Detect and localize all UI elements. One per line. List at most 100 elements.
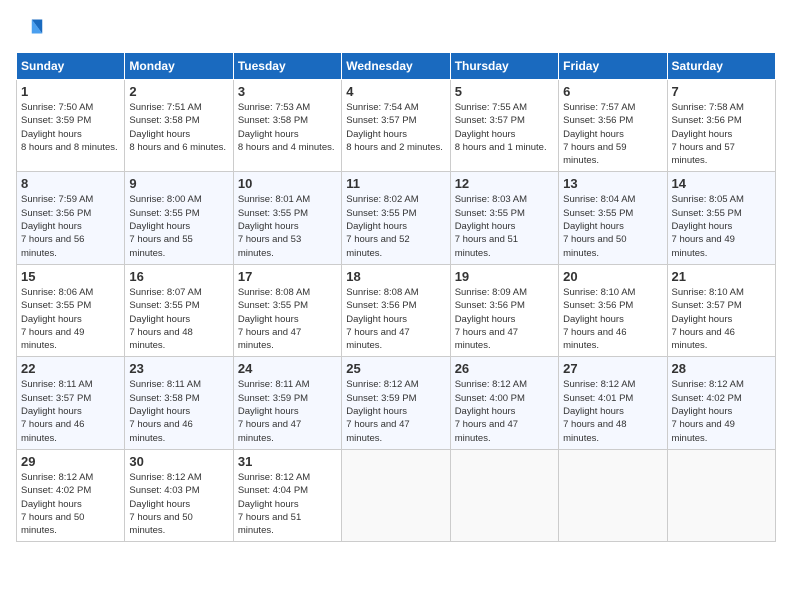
day-info: Sunrise: 7:51 AM Sunset: 3:58 PM Dayligh… <box>129 101 228 154</box>
calendar-cell: 19 Sunrise: 8:09 AM Sunset: 3:56 PM Dayl… <box>450 264 558 356</box>
col-header-saturday: Saturday <box>667 53 775 80</box>
calendar-week-4: 22 Sunrise: 8:11 AM Sunset: 3:57 PM Dayl… <box>17 357 776 449</box>
calendar-cell: 29 Sunrise: 8:12 AM Sunset: 4:02 PM Dayl… <box>17 449 125 541</box>
calendar-cell <box>559 449 667 541</box>
calendar-cell <box>667 449 775 541</box>
calendar-cell: 5 Sunrise: 7:55 AM Sunset: 3:57 PM Dayli… <box>450 80 558 172</box>
calendar-cell: 4 Sunrise: 7:54 AM Sunset: 3:57 PM Dayli… <box>342 80 450 172</box>
calendar-cell: 20 Sunrise: 8:10 AM Sunset: 3:56 PM Dayl… <box>559 264 667 356</box>
day-info: Sunrise: 8:12 AM Sunset: 4:04 PM Dayligh… <box>238 471 337 537</box>
calendar-cell: 15 Sunrise: 8:06 AM Sunset: 3:55 PM Dayl… <box>17 264 125 356</box>
day-info: Sunrise: 8:12 AM Sunset: 4:02 PM Dayligh… <box>21 471 120 537</box>
col-header-thursday: Thursday <box>450 53 558 80</box>
day-number: 25 <box>346 361 445 376</box>
day-number: 18 <box>346 269 445 284</box>
day-info: Sunrise: 7:54 AM Sunset: 3:57 PM Dayligh… <box>346 101 445 154</box>
day-info: Sunrise: 7:59 AM Sunset: 3:56 PM Dayligh… <box>21 193 120 259</box>
col-header-sunday: Sunday <box>17 53 125 80</box>
calendar-cell: 23 Sunrise: 8:11 AM Sunset: 3:58 PM Dayl… <box>125 357 233 449</box>
calendar-cell: 10 Sunrise: 8:01 AM Sunset: 3:55 PM Dayl… <box>233 172 341 264</box>
day-number: 5 <box>455 84 554 99</box>
day-info: Sunrise: 8:12 AM Sunset: 4:03 PM Dayligh… <box>129 471 228 537</box>
day-info: Sunrise: 8:11 AM Sunset: 3:58 PM Dayligh… <box>129 378 228 444</box>
day-number: 17 <box>238 269 337 284</box>
day-number: 29 <box>21 454 120 469</box>
calendar-week-5: 29 Sunrise: 8:12 AM Sunset: 4:02 PM Dayl… <box>17 449 776 541</box>
day-number: 30 <box>129 454 228 469</box>
day-number: 1 <box>21 84 120 99</box>
day-number: 7 <box>672 84 771 99</box>
calendar-cell: 21 Sunrise: 8:10 AM Sunset: 3:57 PM Dayl… <box>667 264 775 356</box>
day-info: Sunrise: 8:00 AM Sunset: 3:55 PM Dayligh… <box>129 193 228 259</box>
logo <box>16 16 48 44</box>
day-number: 9 <box>129 176 228 191</box>
calendar-cell: 25 Sunrise: 8:12 AM Sunset: 3:59 PM Dayl… <box>342 357 450 449</box>
day-number: 6 <box>563 84 662 99</box>
day-info: Sunrise: 8:08 AM Sunset: 3:55 PM Dayligh… <box>238 286 337 352</box>
day-info: Sunrise: 8:12 AM Sunset: 4:02 PM Dayligh… <box>672 378 771 444</box>
calendar-cell: 28 Sunrise: 8:12 AM Sunset: 4:02 PM Dayl… <box>667 357 775 449</box>
day-info: Sunrise: 8:12 AM Sunset: 4:01 PM Dayligh… <box>563 378 662 444</box>
day-info: Sunrise: 8:03 AM Sunset: 3:55 PM Dayligh… <box>455 193 554 259</box>
day-info: Sunrise: 8:11 AM Sunset: 3:59 PM Dayligh… <box>238 378 337 444</box>
col-header-monday: Monday <box>125 53 233 80</box>
day-number: 11 <box>346 176 445 191</box>
calendar-week-2: 8 Sunrise: 7:59 AM Sunset: 3:56 PM Dayli… <box>17 172 776 264</box>
day-info: Sunrise: 8:02 AM Sunset: 3:55 PM Dayligh… <box>346 193 445 259</box>
calendar-cell: 18 Sunrise: 8:08 AM Sunset: 3:56 PM Dayl… <box>342 264 450 356</box>
page-header <box>16 16 776 44</box>
day-number: 21 <box>672 269 771 284</box>
calendar-week-1: 1 Sunrise: 7:50 AM Sunset: 3:59 PM Dayli… <box>17 80 776 172</box>
day-info: Sunrise: 8:11 AM Sunset: 3:57 PM Dayligh… <box>21 378 120 444</box>
day-number: 2 <box>129 84 228 99</box>
day-info: Sunrise: 8:07 AM Sunset: 3:55 PM Dayligh… <box>129 286 228 352</box>
calendar-cell: 3 Sunrise: 7:53 AM Sunset: 3:58 PM Dayli… <box>233 80 341 172</box>
day-number: 4 <box>346 84 445 99</box>
calendar-cell: 9 Sunrise: 8:00 AM Sunset: 3:55 PM Dayli… <box>125 172 233 264</box>
calendar-table: SundayMondayTuesdayWednesdayThursdayFrid… <box>16 52 776 542</box>
day-number: 19 <box>455 269 554 284</box>
calendar-cell: 14 Sunrise: 8:05 AM Sunset: 3:55 PM Dayl… <box>667 172 775 264</box>
day-number: 12 <box>455 176 554 191</box>
calendar-cell: 1 Sunrise: 7:50 AM Sunset: 3:59 PM Dayli… <box>17 80 125 172</box>
day-number: 10 <box>238 176 337 191</box>
calendar-cell: 13 Sunrise: 8:04 AM Sunset: 3:55 PM Dayl… <box>559 172 667 264</box>
day-number: 26 <box>455 361 554 376</box>
day-info: Sunrise: 8:10 AM Sunset: 3:56 PM Dayligh… <box>563 286 662 352</box>
calendar-cell: 16 Sunrise: 8:07 AM Sunset: 3:55 PM Dayl… <box>125 264 233 356</box>
calendar-cell <box>342 449 450 541</box>
col-header-friday: Friday <box>559 53 667 80</box>
day-info: Sunrise: 8:12 AM Sunset: 4:00 PM Dayligh… <box>455 378 554 444</box>
day-number: 3 <box>238 84 337 99</box>
day-number: 31 <box>238 454 337 469</box>
day-info: Sunrise: 8:04 AM Sunset: 3:55 PM Dayligh… <box>563 193 662 259</box>
day-number: 23 <box>129 361 228 376</box>
calendar-cell: 31 Sunrise: 8:12 AM Sunset: 4:04 PM Dayl… <box>233 449 341 541</box>
calendar-cell: 24 Sunrise: 8:11 AM Sunset: 3:59 PM Dayl… <box>233 357 341 449</box>
calendar-cell: 27 Sunrise: 8:12 AM Sunset: 4:01 PM Dayl… <box>559 357 667 449</box>
col-header-tuesday: Tuesday <box>233 53 341 80</box>
day-number: 27 <box>563 361 662 376</box>
day-info: Sunrise: 7:50 AM Sunset: 3:59 PM Dayligh… <box>21 101 120 154</box>
day-info: Sunrise: 7:57 AM Sunset: 3:56 PM Dayligh… <box>563 101 662 167</box>
calendar-cell: 30 Sunrise: 8:12 AM Sunset: 4:03 PM Dayl… <box>125 449 233 541</box>
day-info: Sunrise: 8:01 AM Sunset: 3:55 PM Dayligh… <box>238 193 337 259</box>
day-number: 16 <box>129 269 228 284</box>
day-number: 14 <box>672 176 771 191</box>
calendar-cell: 7 Sunrise: 7:58 AM Sunset: 3:56 PM Dayli… <box>667 80 775 172</box>
calendar-cell <box>450 449 558 541</box>
calendar-cell: 6 Sunrise: 7:57 AM Sunset: 3:56 PM Dayli… <box>559 80 667 172</box>
day-number: 22 <box>21 361 120 376</box>
day-number: 20 <box>563 269 662 284</box>
col-header-wednesday: Wednesday <box>342 53 450 80</box>
calendar-week-3: 15 Sunrise: 8:06 AM Sunset: 3:55 PM Dayl… <box>17 264 776 356</box>
day-number: 15 <box>21 269 120 284</box>
day-info: Sunrise: 8:12 AM Sunset: 3:59 PM Dayligh… <box>346 378 445 444</box>
logo-icon <box>16 16 44 44</box>
calendar-cell: 11 Sunrise: 8:02 AM Sunset: 3:55 PM Dayl… <box>342 172 450 264</box>
day-info: Sunrise: 7:53 AM Sunset: 3:58 PM Dayligh… <box>238 101 337 154</box>
day-number: 13 <box>563 176 662 191</box>
day-info: Sunrise: 8:10 AM Sunset: 3:57 PM Dayligh… <box>672 286 771 352</box>
calendar-header-row: SundayMondayTuesdayWednesdayThursdayFrid… <box>17 53 776 80</box>
calendar-cell: 2 Sunrise: 7:51 AM Sunset: 3:58 PM Dayli… <box>125 80 233 172</box>
